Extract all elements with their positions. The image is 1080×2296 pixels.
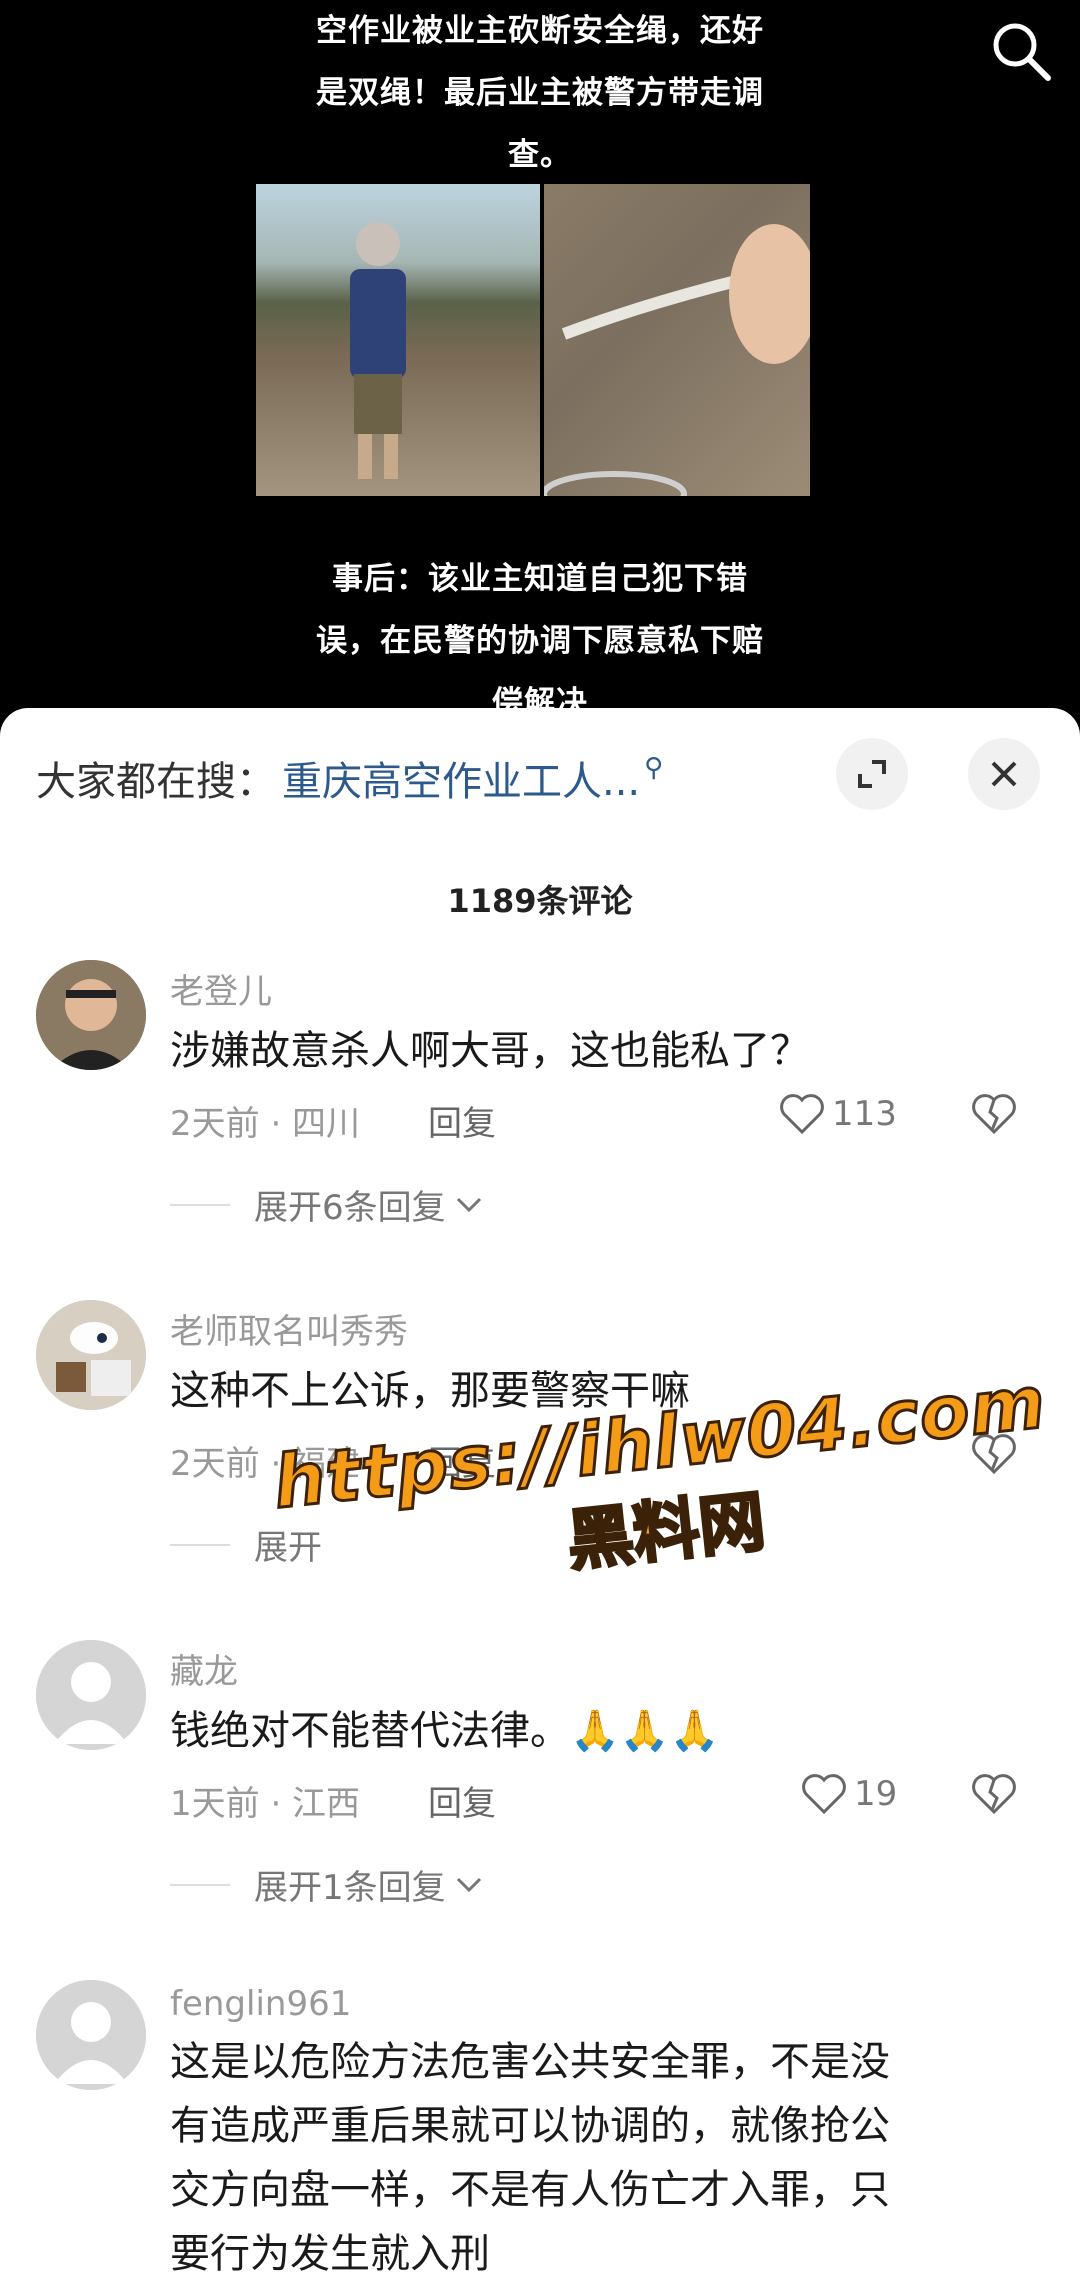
comment-username[interactable]: 老登儿: [170, 964, 272, 1013]
expand-replies-label: 展开: [254, 1528, 322, 1568]
comment-sheet: 大家都在搜： 重庆高空作业工人... ⚲ 1189条评论 老登儿 涉嫌故意杀人啊…: [0, 708, 1080, 2296]
caption-line: 误，在民警的协调下愿意私下赔: [316, 623, 764, 659]
avatar[interactable]: [36, 1980, 146, 2090]
hot-search-bar[interactable]: 大家都在搜： 重庆高空作业工人... ⚲: [36, 738, 663, 818]
broken-heart-icon: [972, 1774, 1016, 1815]
comment-item: fenglin961 这是以危险方法危害公共安全罪，不是没 有造成严重后果就可以…: [0, 1980, 1080, 2296]
divider: [170, 1543, 230, 1546]
chevron-down-icon: [456, 1877, 481, 1892]
expand-replies[interactable]: 展开1条回复: [170, 1860, 484, 1909]
avatar[interactable]: [36, 1640, 146, 1750]
expand-icon: [858, 760, 886, 788]
reply-button[interactable]: 回复: [428, 1776, 496, 1825]
chevron-down-icon: [456, 1197, 481, 1212]
person-figure: [350, 222, 406, 479]
rope-image: [541, 224, 810, 496]
close-button[interactable]: [968, 738, 1040, 810]
search-icon: ⚲: [644, 753, 664, 783]
comment-text-line: 这是以危险方法危害公共安全罪，不是没: [170, 2039, 890, 2085]
expand-button[interactable]: [836, 738, 908, 810]
avatar[interactable]: [36, 960, 146, 1070]
comment-text: 涉嫌故意杀人啊大哥，这也能私了？: [170, 1028, 810, 1074]
comment-item: 老师取名叫秀秀 这种不上公诉，那要警察干嘛 2天前 · 福建 回复 展开: [0, 1300, 1080, 1630]
hot-search-label: 大家都在搜：: [36, 759, 276, 805]
dislike-button[interactable]: [970, 1772, 1018, 1820]
like-button[interactable]: 113: [778, 1092, 897, 1136]
comment-item: 老登儿 涉嫌故意杀人啊大哥，这也能私了？ 2天前 · 四川 回复 113 展开6…: [0, 960, 1080, 1290]
video-caption-bottom: 事后：该业主知道自己犯下错 误，在民警的协调下愿意私下赔 偿解决: [0, 548, 1080, 720]
comment-text: 这是以危险方法危害公共安全罪，不是没 有造成严重后果就可以协调的，就像抢公 交方…: [170, 2030, 1030, 2286]
default-avatar-icon: [36, 1980, 146, 2090]
broken-heart-icon: [972, 1434, 1016, 1475]
caption-line: 事后：该业主知道自己犯下错: [332, 561, 748, 597]
comment-count: 1189条评论: [447, 882, 633, 920]
comment-text: 这种不上公诉，那要警察干嘛: [170, 1368, 690, 1414]
comment-meta: 2天前 · 四川: [170, 1104, 361, 1144]
reply-button[interactable]: 回复: [428, 1096, 496, 1145]
comment-item: 藏龙 钱绝对不能替代法律。🙏🙏🙏 1天前 · 江西 回复 19 展开1条回复: [0, 1640, 1080, 1970]
comment-username[interactable]: 藏龙: [170, 1644, 238, 1693]
heart-icon: [802, 1774, 846, 1815]
default-avatar-icon: [36, 1640, 146, 1750]
hot-search-keyword[interactable]: 重庆高空作业工人...: [282, 749, 640, 807]
dislike-button[interactable]: [970, 1432, 1018, 1480]
comment-meta: 2天前 · 福建: [170, 1444, 361, 1484]
dislike-button[interactable]: [970, 1092, 1018, 1140]
expand-replies-label: 展开6条回复: [254, 1188, 446, 1228]
search-icon[interactable]: [988, 18, 1054, 84]
close-icon: [991, 761, 1017, 787]
pray-emoji: 🙏🙏🙏: [570, 1708, 720, 1754]
avatar[interactable]: [36, 1300, 146, 1410]
caption-line: 空作业被业主砍断安全绳，还好: [316, 13, 764, 49]
video-frame-left: [256, 184, 540, 496]
caption-line: 是双绳！最后业主被警方带走调: [316, 75, 764, 111]
reply-button[interactable]: 回复: [428, 1436, 496, 1485]
video-frame: [256, 184, 810, 496]
like-button[interactable]: 19: [800, 1772, 897, 1816]
heart-icon: [780, 1094, 824, 1135]
expand-replies-label: 展开1条回复: [254, 1868, 446, 1908]
expand-replies[interactable]: 展开6条回复: [170, 1180, 484, 1229]
divider: [170, 1203, 230, 1206]
comment-username[interactable]: fenglin961: [170, 1984, 351, 2024]
expand-replies[interactable]: 展开: [170, 1520, 322, 1569]
comment-text-body: 钱绝对不能替代法律。: [170, 1708, 570, 1754]
like-count: 19: [854, 1774, 898, 1814]
video-caption-top: 空作业被业主砍断安全绳，还好 是双绳！最后业主被警方带走调 查。: [0, 0, 1080, 186]
video-frame-right: [541, 184, 810, 496]
divider: [170, 1883, 230, 1886]
caption-line: 查。: [508, 137, 572, 173]
like-count: 113: [832, 1094, 897, 1134]
comment-text-line: 要行为发生就入刑: [170, 2231, 490, 2277]
video-area[interactable]: 空作业被业主砍断安全绳，还好 是双绳！最后业主被警方带走调 查。 事后：该业主知…: [0, 0, 1080, 720]
comment-meta: 1天前 · 江西: [170, 1784, 361, 1824]
comment-text-line: 交方向盘一样，不是有人伤亡才入罪，只: [170, 2167, 890, 2213]
comment-text: 钱绝对不能替代法律。🙏🙏🙏: [170, 1698, 719, 1756]
broken-heart-icon: [972, 1094, 1016, 1135]
comment-text-line: 有造成严重后果就可以协调的，就像抢公: [170, 2103, 890, 2149]
comment-username[interactable]: 老师取名叫秀秀: [170, 1304, 408, 1353]
